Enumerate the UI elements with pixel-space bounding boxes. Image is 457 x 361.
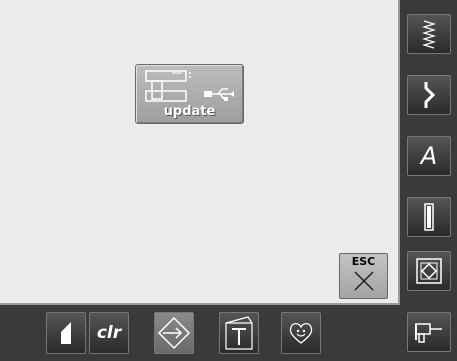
zigzag-stitch-icon: [422, 20, 436, 49]
machine-usb-icon: [145, 70, 234, 102]
tutorial-button[interactable]: [219, 312, 259, 354]
decorative-stitch-icon: [424, 82, 436, 108]
esc-button[interactable]: ESC: [339, 253, 388, 299]
eco-button[interactable]: [281, 312, 321, 354]
clear-button[interactable]: clr: [89, 312, 129, 354]
sidebar-item-personal-program[interactable]: [407, 312, 451, 352]
stitch-length-icon: [61, 322, 71, 344]
setup-icon: [157, 316, 191, 350]
sidebar-item-buttonholes[interactable]: [407, 197, 451, 237]
sidebar-item-alphabets[interactable]: A: [407, 136, 451, 176]
close-icon: [354, 271, 374, 291]
stitch-length-button[interactable]: [46, 312, 86, 354]
main-area: update ESC: [0, 0, 400, 305]
update-button[interactable]: update: [135, 64, 244, 124]
sidebar-item-practical-stitches[interactable]: [407, 14, 451, 54]
clear-icon: clr: [96, 323, 122, 343]
alphabet-icon: A: [420, 142, 438, 170]
buttonhole-icon: [424, 203, 434, 231]
setup-button[interactable]: [154, 312, 194, 354]
update-label: update: [163, 104, 216, 119]
sidebar: [400, 0, 457, 361]
sidebar-item-quilt-stitches[interactable]: [407, 251, 451, 291]
tutorial-icon: [225, 316, 253, 350]
quilt-stitch-icon: [416, 258, 442, 284]
sidebar-item-decorative-stitches[interactable]: [407, 75, 451, 115]
eco-smiley-icon: [289, 322, 313, 344]
esc-label: ESC: [351, 255, 376, 268]
personal-program-icon: [415, 323, 442, 343]
